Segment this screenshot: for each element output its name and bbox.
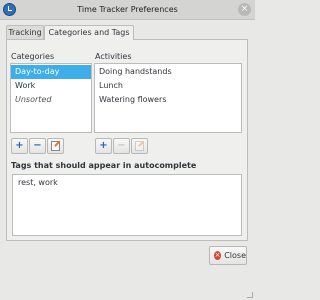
categories-label: Categories (11, 52, 55, 61)
activity-item-doing-handstands[interactable]: Doing handstands (95, 65, 241, 79)
categories-list[interactable]: Day-to-day Work Unsorted (10, 63, 92, 133)
category-item-work[interactable]: Work (11, 79, 91, 93)
remove-activity-button[interactable]: − (113, 138, 130, 154)
tab-tracking[interactable]: Tracking (6, 25, 44, 39)
plus-icon: + (15, 140, 24, 151)
tab-categories-and-tags[interactable]: Categories and Tags (44, 25, 134, 40)
title-bar: Time Tracker Preferences × (0, 0, 255, 20)
remove-category-button[interactable]: − (29, 138, 46, 154)
edit-icon (135, 141, 144, 151)
tags-textarea[interactable]: rest, work (12, 174, 242, 236)
tags-label: Tags that should appear in autocomplete (11, 161, 197, 170)
edit-activity-button[interactable] (131, 138, 148, 154)
edit-category-button[interactable] (47, 138, 64, 154)
minus-icon: − (33, 140, 42, 151)
edit-icon (51, 141, 60, 151)
resize-grip[interactable] (247, 292, 253, 298)
window-close-icon[interactable]: × (238, 3, 251, 16)
activity-item-watering-flowers[interactable]: Watering flowers (95, 93, 241, 107)
close-button-label: Close (224, 251, 246, 260)
activities-label: Activities (95, 52, 132, 61)
activity-item-lunch[interactable]: Lunch (95, 79, 241, 93)
add-category-button[interactable]: + (11, 138, 28, 154)
close-button[interactable]: × Close (209, 246, 247, 265)
window-title: Time Tracker Preferences (77, 5, 178, 14)
category-item-unsorted[interactable]: Unsorted (11, 93, 91, 107)
activities-list[interactable]: Doing handstands Lunch Watering flowers (94, 63, 242, 133)
minus-icon: − (117, 140, 126, 151)
plus-icon: + (99, 140, 108, 151)
add-activity-button[interactable]: + (95, 138, 112, 154)
category-item-day-to-day[interactable]: Day-to-day (11, 65, 91, 79)
close-icon: × (214, 251, 222, 260)
